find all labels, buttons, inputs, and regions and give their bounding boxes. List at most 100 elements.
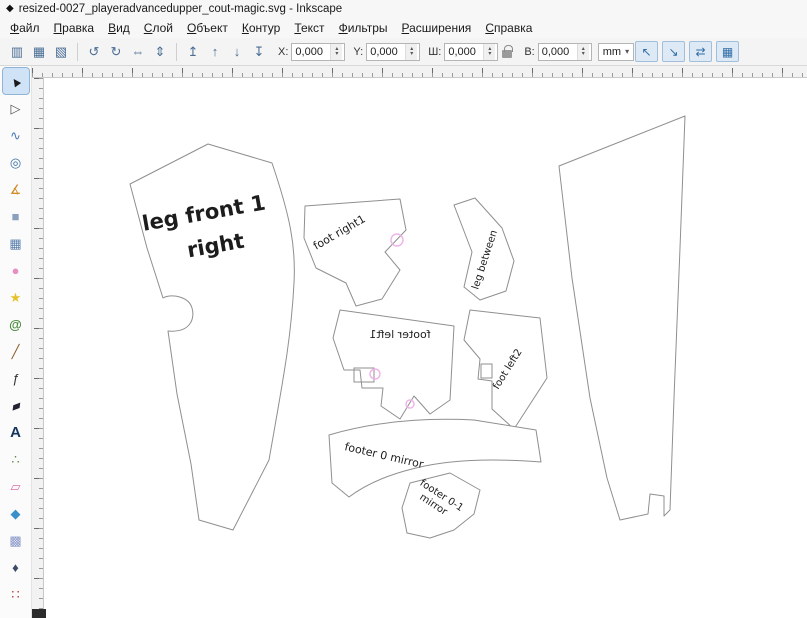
star-icon: ★ [9, 289, 22, 305]
tool-node-editor[interactable]: ▷ [3, 95, 29, 121]
canvas[interactable]: leg front 1 right foot right1 leg betwee… [44, 78, 807, 618]
x-input[interactable] [292, 43, 331, 60]
raise-to-top-icon[interactable]: ↥ [182, 41, 204, 62]
tool-paint-bucket[interactable]: ◆ [3, 500, 29, 526]
inkscape-window: ◆ resized-0027_playeradvancedupper_cout-… [0, 0, 807, 618]
calligraphy-icon: ▰ [8, 396, 23, 414]
dropper-icon: ♦ [12, 559, 19, 575]
lock-ratio-icon[interactable] [502, 45, 513, 58]
tool-spiral[interactable]: @ [3, 311, 29, 337]
rotate-cw-icon[interactable]: ↻ [105, 41, 127, 62]
width-field [444, 42, 499, 61]
menu-item-help[interactable]: Справка [478, 19, 539, 37]
tool-spray[interactable]: ∴ [3, 446, 29, 472]
height-spinner[interactable] [576, 43, 589, 60]
horizontal-ruler[interactable] [32, 66, 807, 78]
pencil-icon: ╱ [11, 343, 20, 359]
scale-corners-toggle[interactable]: ↘ [662, 41, 685, 62]
unit-value: mm [602, 45, 622, 58]
tool-text[interactable]: A [3, 419, 29, 445]
window-title: resized-0027_playeradvancedupper_cout-ma… [18, 3, 343, 15]
menu-item-text[interactable]: Текст [287, 19, 331, 37]
tool-connector[interactable]: ∷ [3, 581, 29, 607]
lower-icon[interactable]: ↓ [226, 41, 248, 62]
move-patterns-toggle[interactable]: ▦ [716, 41, 739, 62]
ellipse-icon: ● [11, 262, 20, 278]
tool-gradient[interactable]: ▩ [3, 527, 29, 553]
select-tool-options-toolbar: ▥ ▦ ▧ ↺ ↻ ⇔ ⇕ ↥ ↑ ↓ ↧ X: Y: Ш: В: [0, 38, 807, 66]
menu-item-extensions[interactable]: Расширения [395, 19, 479, 37]
tool-calligraphy[interactable]: ▰ [3, 392, 29, 418]
tool-dropper[interactable]: ♦ [3, 554, 29, 580]
tool-measure[interactable]: ∡ [3, 176, 29, 202]
width-input[interactable] [445, 43, 484, 60]
tool-eraser[interactable]: ▱ [3, 473, 29, 499]
y-input[interactable] [367, 43, 406, 60]
scroll-corner [32, 609, 46, 618]
menu-item-edit[interactable]: Правка [47, 19, 102, 37]
menu-item-filters[interactable]: Фильтры [332, 19, 395, 37]
toolbox: ▲ ▷ ∿ ◎ ∡ ■ ▦ ● ★ @ ╱ ƒ ▰ A ∴ ▱ ◆ ▩ ♦ ∷ [0, 66, 32, 618]
menu-item-layer[interactable]: Слой [137, 19, 180, 37]
menubar: Файл Правка Вид Слой Объект Контур Текст… [0, 18, 807, 38]
spray-icon: ∴ [11, 451, 20, 467]
x-field [291, 42, 346, 61]
titlebar: ◆ resized-0027_playeradvancedupper_cout-… [0, 0, 807, 18]
workspace: ▲ ▷ ∿ ◎ ∡ ■ ▦ ● ★ @ ╱ ƒ ▰ A ∴ ▱ ◆ ▩ ♦ ∷ [0, 66, 807, 618]
toolbar-separator [176, 42, 177, 61]
shape-footer-left1[interactable] [332, 309, 455, 420]
width-spinner[interactable] [483, 43, 496, 60]
shape-right-panel[interactable] [558, 115, 686, 521]
paint-bucket-icon: ◆ [10, 505, 21, 521]
x-spinner[interactable] [330, 43, 343, 60]
spiral-icon: @ [9, 316, 22, 332]
lower-to-bottom-icon[interactable]: ↧ [248, 41, 270, 62]
y-field [366, 42, 421, 61]
height-field-label: В: [524, 45, 535, 58]
menu-item-view[interactable]: Вид [101, 19, 137, 37]
connector-icon: ∷ [11, 586, 20, 602]
select-all-icon[interactable]: ▦ [28, 41, 50, 62]
rotate-ccw-icon[interactable]: ↺ [83, 41, 105, 62]
tool-rectangle[interactable]: ■ [3, 203, 29, 229]
eraser-icon: ▱ [10, 478, 21, 494]
svg-document: leg front 1 right foot right1 leg betwee… [129, 115, 686, 539]
selection-settings-icon[interactable]: ▥ [6, 41, 28, 62]
transform-affect-toggles: ↖ ↘ ⇄ ▦ [635, 41, 739, 62]
tool-pencil[interactable]: ╱ [3, 338, 29, 364]
measure-icon: ∡ [9, 181, 22, 197]
vertical-ruler[interactable] [32, 78, 44, 618]
selector-icon: ▲ [5, 71, 26, 91]
height-field [537, 42, 592, 61]
width-field-label: Ш: [428, 45, 442, 58]
zoom-icon: ◎ [9, 154, 22, 170]
deselect-icon[interactable]: ▧ [50, 41, 72, 62]
inkscape-logo-icon: ◆ [6, 3, 14, 14]
tool-3d-box[interactable]: ▦ [3, 230, 29, 256]
rectangle-icon: ■ [11, 208, 20, 224]
unit-dropdown[interactable]: mm [597, 42, 635, 61]
tool-zoom[interactable]: ◎ [3, 149, 29, 175]
tool-selector[interactable]: ▲ [1, 67, 30, 95]
tool-tweak[interactable]: ∿ [3, 122, 29, 148]
menu-item-path[interactable]: Контур [235, 19, 287, 37]
tool-ellipse[interactable]: ● [3, 257, 29, 283]
node-editor-icon: ▷ [10, 100, 21, 116]
menu-item-file[interactable]: Файл [3, 19, 47, 37]
scale-stroke-toggle[interactable]: ↖ [635, 41, 658, 62]
move-gradients-toggle[interactable]: ⇄ [689, 41, 712, 62]
y-field-label: Y: [353, 45, 364, 58]
y-spinner[interactable] [405, 43, 418, 60]
tweak-icon: ∿ [10, 127, 21, 143]
x-field-label: X: [278, 45, 289, 58]
canvas-row: leg front 1 right foot right1 leg betwee… [32, 78, 807, 618]
flip-horizontal-icon[interactable]: ⇔ [127, 41, 149, 62]
tool-bezier-pen[interactable]: ƒ [3, 365, 29, 391]
flip-vertical-icon[interactable]: ⇕ [149, 41, 171, 62]
tool-star[interactable]: ★ [3, 284, 29, 310]
box-3d-icon: ▦ [9, 235, 22, 251]
menu-item-object[interactable]: Объект [180, 19, 235, 37]
height-input[interactable] [538, 43, 577, 60]
label-footer-left1[interactable]: footer left1 [369, 328, 430, 341]
raise-icon[interactable]: ↑ [204, 41, 226, 62]
